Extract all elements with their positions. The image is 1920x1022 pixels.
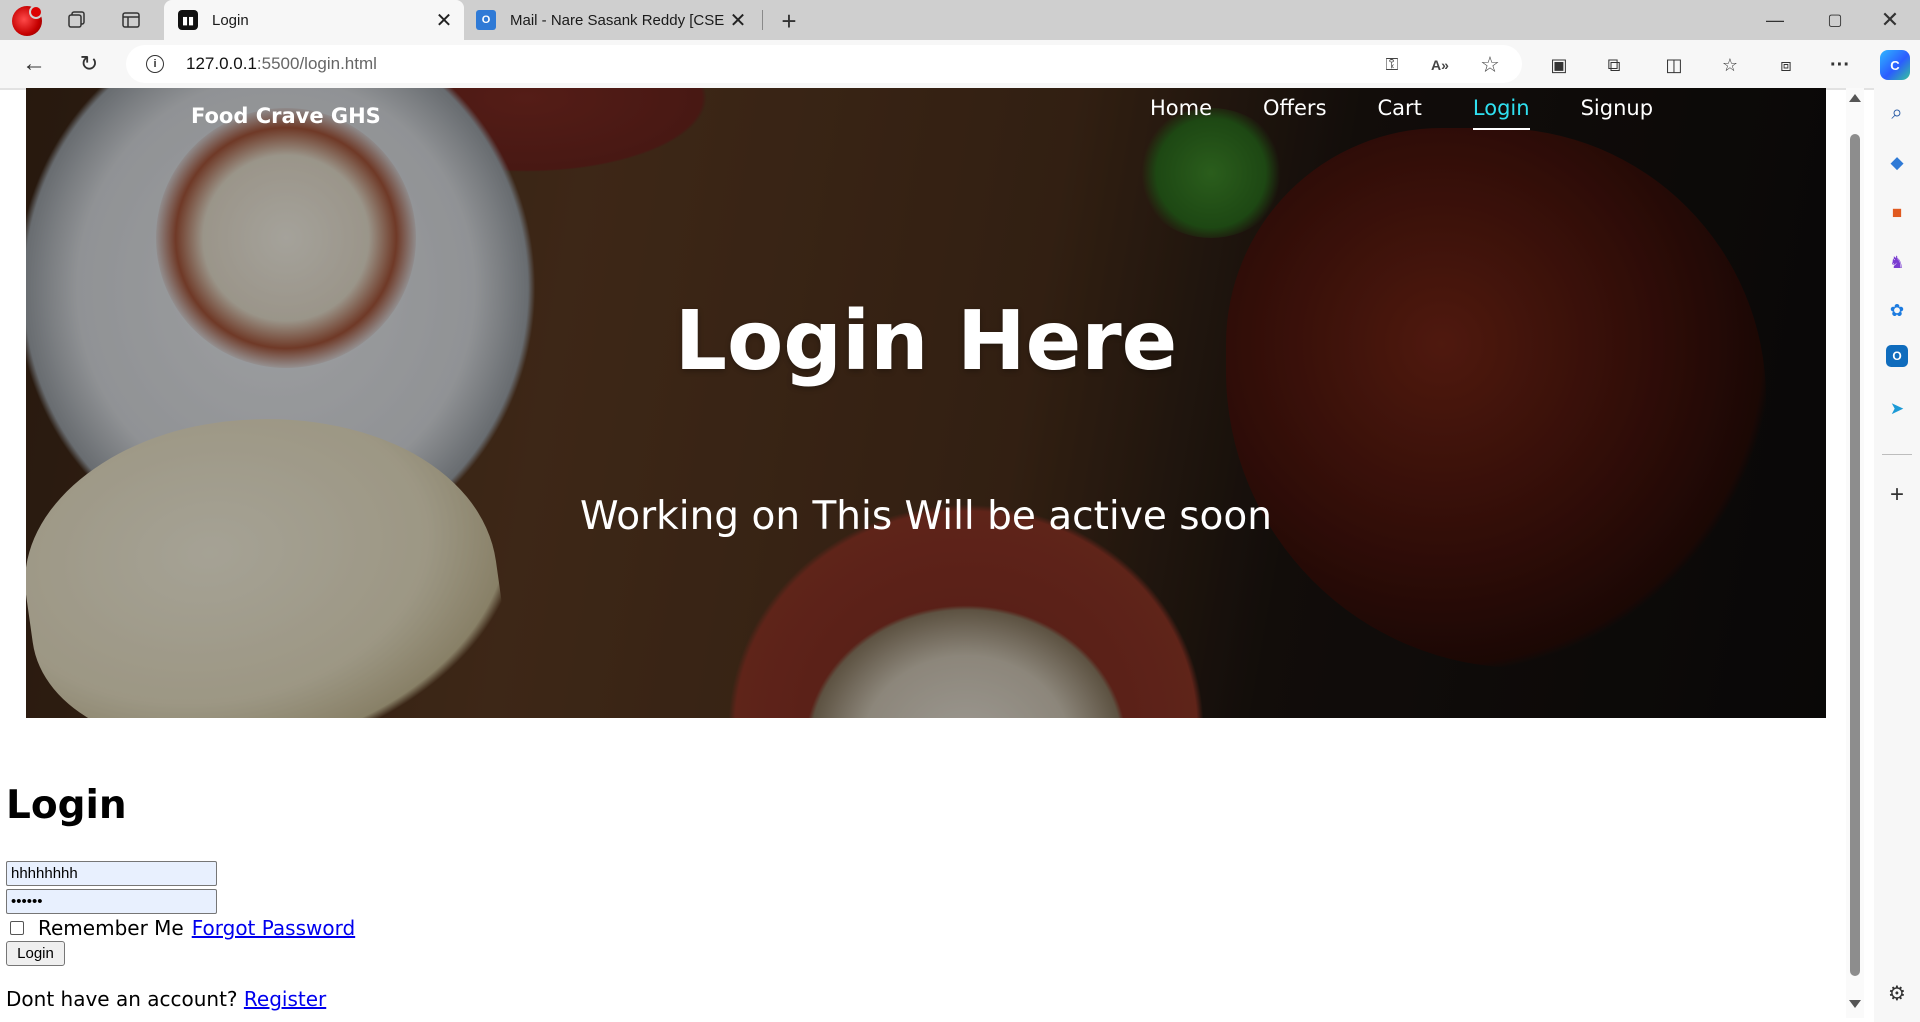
register-prompt: Dont have an account?: [6, 987, 238, 1011]
login-heading: Login: [6, 783, 127, 828]
shopping-tag-icon[interactable]: ◆: [1882, 148, 1912, 178]
nav-link-cart[interactable]: Cart: [1378, 96, 1422, 120]
new-tab-icon[interactable]: +: [772, 6, 806, 36]
tab-login[interactable]: ▮▮ Login ✕: [164, 0, 464, 40]
outlook-icon[interactable]: O: [1886, 345, 1908, 367]
register-row: Dont have an account? Register: [6, 987, 326, 1011]
nav-link-home[interactable]: Home: [1150, 96, 1212, 120]
games-chess-icon[interactable]: ♞: [1882, 248, 1912, 278]
outlook-favicon-icon: O: [476, 10, 496, 30]
browser-tab-bar: ▮▮ Login ✕ O Mail - Nare Sasank Reddy [C…: [0, 0, 1920, 40]
remember-me-label: Remember Me: [38, 916, 184, 940]
close-window-button[interactable]: ✕: [1870, 4, 1910, 36]
username-input[interactable]: [6, 861, 217, 886]
profile-avatar[interactable]: [12, 5, 43, 36]
forgot-password-link[interactable]: Forgot Password: [192, 916, 355, 940]
copilot-icon[interactable]: C: [1880, 50, 1910, 80]
register-link[interactable]: Register: [244, 987, 326, 1011]
split-screen-icon[interactable]: ◫: [1660, 52, 1688, 78]
add-sidebar-app-icon[interactable]: +: [1882, 480, 1912, 510]
site-brand[interactable]: Food Crave GHS: [191, 104, 381, 128]
tab-title: Mail - Nare Sasank Reddy [CSE -: [510, 11, 724, 29]
browser-toolbar: ← ↻ i 127.0.0.1:5500/login.html ⚿ A» ☆ ▣…: [0, 40, 1920, 88]
hero-title: Login Here: [674, 294, 1178, 389]
edge-sidebar: ⌕ ◆ ■ ♞ ✿ O ➤ + ⚙: [1874, 88, 1920, 1022]
remember-row: Remember Me Forgot Password: [6, 916, 355, 940]
workspaces-icon[interactable]: [62, 8, 92, 32]
sidebar-divider: [1882, 454, 1912, 455]
login-submit-button[interactable]: Login: [6, 941, 65, 966]
hero-banner: Food Crave GHS Home Offers Cart Login Si…: [26, 88, 1826, 718]
more-options-icon[interactable]: ···: [1826, 52, 1854, 78]
scroll-up-arrow-icon[interactable]: [1849, 94, 1861, 102]
close-tab-icon[interactable]: ✕: [430, 6, 458, 34]
main-navigation: Home Offers Cart Login Signup: [1150, 96, 1704, 130]
search-icon[interactable]: ⌕: [1882, 98, 1912, 128]
tab-mail[interactable]: O Mail - Nare Sasank Reddy [CSE - ✕: [466, 0, 758, 40]
tab-separator: [762, 10, 763, 30]
tab-title: Login: [212, 11, 249, 29]
site-info-icon[interactable]: i: [146, 55, 164, 73]
nav-link-login[interactable]: Login: [1472, 96, 1530, 130]
collections-icon[interactable]: ⧈: [1772, 52, 1800, 78]
browser-extension-icon[interactable]: ▣: [1545, 52, 1573, 78]
favorite-star-icon[interactable]: ☆: [1478, 52, 1502, 77]
back-arrow-icon[interactable]: ←: [18, 49, 50, 79]
hero-subtitle: Working on This Will be active soon: [580, 494, 1272, 539]
page-viewport: Food Crave GHS Home Offers Cart Login Si…: [0, 88, 1874, 1022]
scroll-down-arrow-icon[interactable]: [1849, 1000, 1861, 1008]
url-text[interactable]: 127.0.0.1:5500/login.html: [186, 54, 377, 74]
nav-link-offers[interactable]: Offers: [1263, 96, 1327, 120]
site-favicon-icon: ▮▮: [178, 10, 198, 30]
favorites-icon[interactable]: ☆: [1716, 52, 1744, 78]
hero-dark-overlay: [26, 88, 1826, 718]
drop-send-icon[interactable]: ➤: [1882, 394, 1912, 424]
scroll-thumb[interactable]: [1850, 134, 1860, 976]
toolbox-icon[interactable]: ■: [1882, 198, 1912, 228]
address-bar[interactable]: i 127.0.0.1:5500/login.html ⚿ A» ☆: [126, 45, 1522, 83]
remember-me-checkbox[interactable]: [10, 921, 24, 935]
minimize-window-button[interactable]: —: [1755, 4, 1795, 36]
close-tab-icon[interactable]: ✕: [724, 6, 752, 34]
nav-link-signup[interactable]: Signup: [1581, 96, 1653, 120]
vertical-tabs-icon[interactable]: [116, 8, 146, 32]
read-aloud-icon[interactable]: A»: [1428, 53, 1452, 77]
page-scrollbar[interactable]: [1846, 88, 1864, 1018]
extensions-puzzle-icon[interactable]: ⧉: [1600, 52, 1628, 78]
password-key-icon[interactable]: ⚿: [1380, 53, 1404, 77]
password-input[interactable]: [6, 889, 217, 914]
microsoft-365-icon[interactable]: ✿: [1882, 296, 1912, 326]
reload-icon[interactable]: ↻: [73, 49, 105, 79]
settings-gear-icon[interactable]: ⚙: [1882, 978, 1912, 1008]
maximize-window-button[interactable]: ▢: [1815, 4, 1855, 36]
